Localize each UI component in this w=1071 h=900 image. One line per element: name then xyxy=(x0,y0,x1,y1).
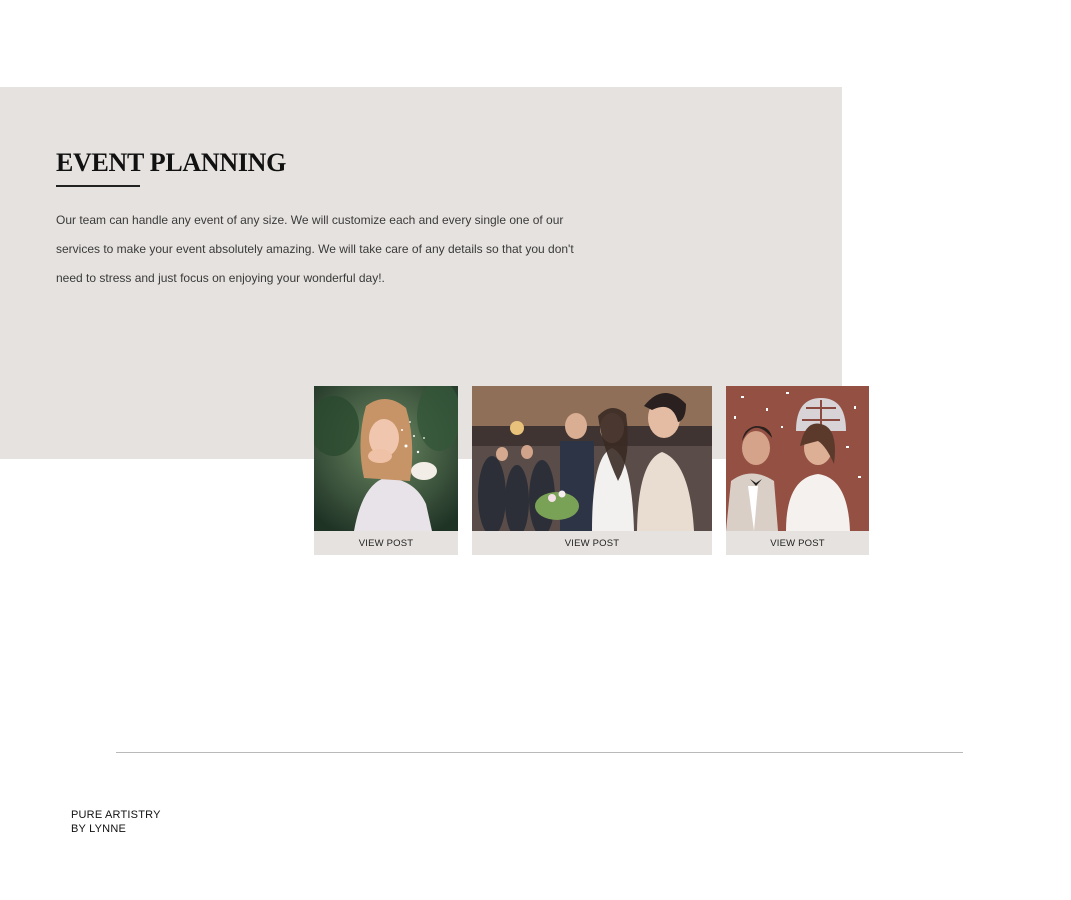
post-card[interactable]: VIEW POST xyxy=(472,386,712,555)
footer-divider xyxy=(116,752,963,753)
bride-walking-aisle-photo[interactable] xyxy=(472,386,712,531)
view-post-button[interactable]: VIEW POST xyxy=(472,531,712,555)
brand-line-2: BY LYNNE xyxy=(71,823,126,835)
footer-brand[interactable]: PURE ARTISTRY BY LYNNE xyxy=(71,808,161,836)
post-card[interactable]: VIEW POST xyxy=(314,386,458,555)
section-description: Our team can handle any event of any siz… xyxy=(56,213,574,285)
view-post-button[interactable]: VIEW POST xyxy=(314,531,458,555)
brand-line-1: PURE ARTISTRY xyxy=(71,809,161,821)
couple-confetti-photo[interactable] xyxy=(726,386,869,531)
view-post-button[interactable]: VIEW POST xyxy=(726,531,869,555)
bride-blowing-glitter-photo[interactable] xyxy=(314,386,458,531)
post-card[interactable]: VIEW POST xyxy=(726,386,869,555)
section-title: EVENT PLANNING xyxy=(56,148,287,177)
title-underline xyxy=(56,185,140,187)
